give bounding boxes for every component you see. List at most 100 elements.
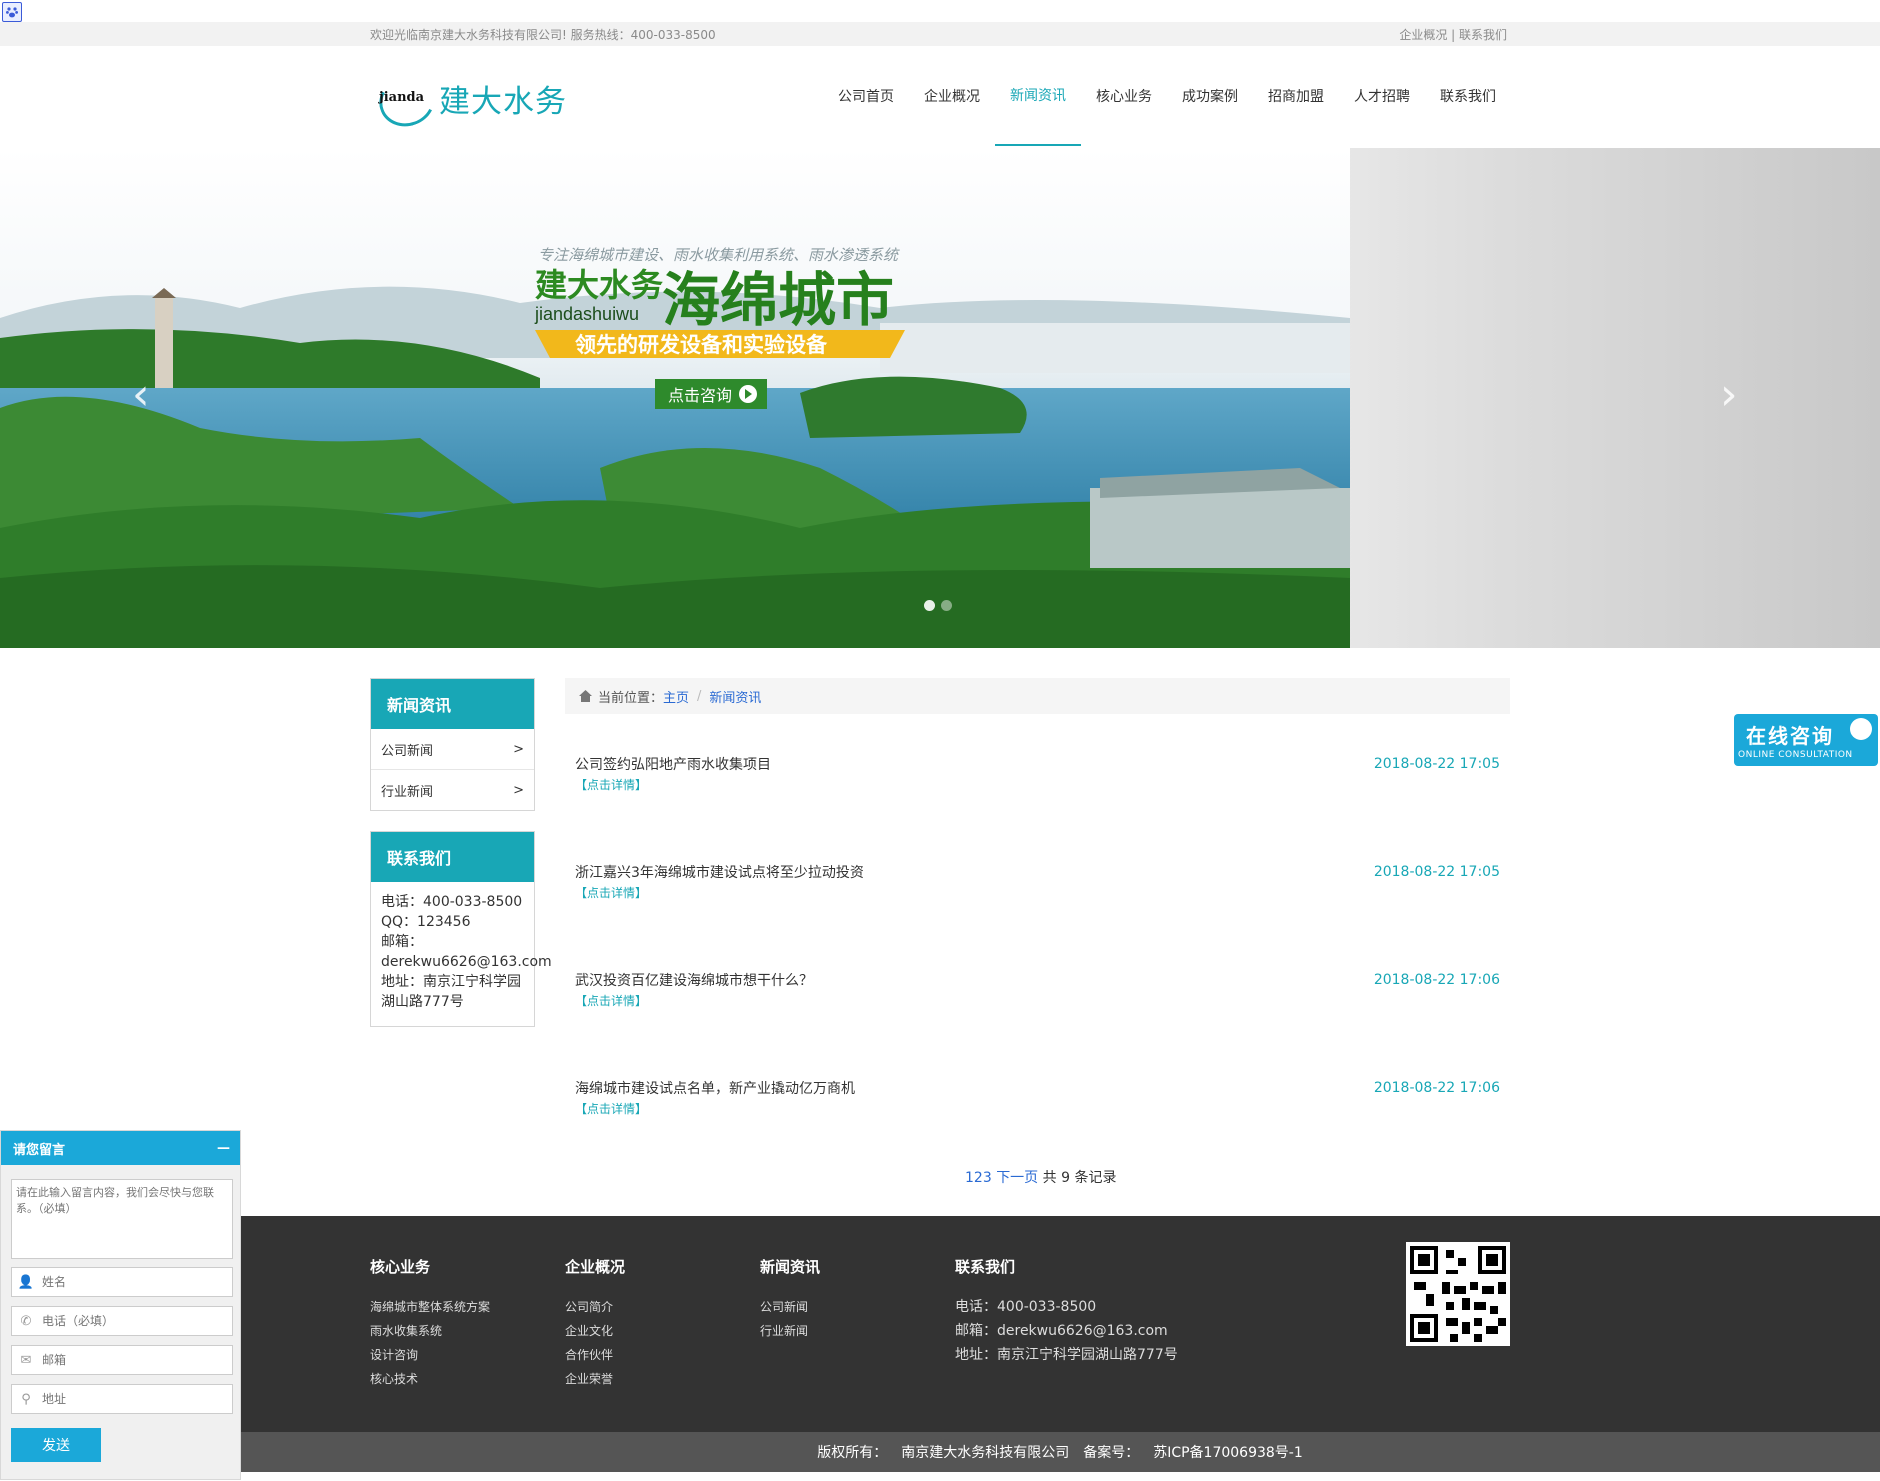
breadcrumb-current[interactable]: 新闻资讯 [709,687,761,706]
footer-link[interactable]: 公司简介 [565,1295,625,1319]
footer-link[interactable]: 核心技术 [370,1367,490,1391]
site-header: jianda 建大水务 公司首页 企业概况 新闻资讯 核心业务 成功案例 招商加… [0,46,1880,146]
email-field[interactable]: ✉ [11,1345,233,1375]
minimize-icon[interactable]: — [217,1141,230,1156]
chat-bubble-icon [1850,718,1872,740]
message-textarea[interactable] [11,1179,233,1259]
footer-link[interactable]: 行业新闻 [760,1319,820,1343]
message-widget: 请您留言 — 👤 ✆ ✉ ⚲ 发送 [0,1130,241,1480]
footer-link[interactable]: 设计咨询 [370,1343,490,1367]
contact-email: derekwu6626@163.com [381,954,552,970]
nav-cases[interactable]: 成功案例 [1167,46,1253,146]
chevron-right-icon: > [513,741,524,757]
nav-news[interactable]: 新闻资讯 [995,46,1081,146]
phone-input[interactable] [40,1313,224,1329]
contact-address-2: 湖山路777号 [381,994,464,1010]
online-consultation-button[interactable]: 在线咨询 ONLINE CONSULTATION [1734,714,1878,766]
site-footer: 核心业务 海绵城市整体系统方案 雨水收集系统 设计咨询 核心技术 企业概况 公司… [240,1216,1880,1432]
footer-contact-email: 邮箱：derekwu6626@163.com [955,1323,1168,1339]
banner-headline: 海绵城市 [662,268,894,333]
phone-field[interactable]: ✆ [11,1306,233,1336]
news-date: 2018-08-22 17:05 [1373,756,1500,772]
banner-slogan: 专注海绵城市建设、雨水收集利用系统、雨水渗透系统 [538,247,900,264]
footer-link[interactable]: 合作伙伴 [565,1343,625,1367]
news-title[interactable]: 武汉投资百亿建设海绵城市想干什么？ [575,970,813,990]
news-detail-link[interactable]: 【点击详情】 [575,992,647,1009]
footer-col-title: 新闻资讯 [760,1258,821,1276]
contact-address-1: 地址：南京江宁科学园 [381,974,521,990]
top-bar: 欢迎光临南京建大水务科技有限公司! 服务热线：400-033-8500 企业概况… [0,22,1880,46]
pagination: 123 下一页 共 9 条记录 [965,1167,1116,1187]
contact-phone: 电话：400-033-8500 [381,894,523,910]
nav-franchise[interactable]: 招商加盟 [1253,46,1339,146]
news-title[interactable]: 公司签约弘阳地产雨水收集项目 [575,754,771,774]
user-icon: 👤 [17,1274,35,1290]
nav-about[interactable]: 企业概况 [909,46,995,146]
breadcrumb-home-link[interactable]: 主页 [663,687,689,706]
footer-contact-address: 地址：南京江宁科学园湖山路777号 [955,1347,1178,1363]
sidebar: 新闻资讯 公司新闻 > 行业新闻 > 联系我们 电话：400-033-8500 … [370,678,552,1027]
pagination-pages[interactable]: 123 [965,1170,992,1186]
copyright-company: 南京建大水务科技有限公司 [901,1445,1070,1461]
contact-email-label: 邮箱： [381,934,423,950]
sidebar-item-label: 公司新闻 [381,743,434,759]
footer-col-news: 新闻资讯 公司新闻 行业新闻 [760,1256,820,1343]
footer-link[interactable]: 雨水收集系统 [370,1319,490,1343]
location-pin-icon: ⚲ [21,1391,31,1407]
banner-prev-arrow-icon[interactable]: ‹ [132,373,150,417]
message-widget-title: 请您留言 [13,1142,66,1158]
banner-dot-2[interactable] [941,600,952,611]
welcome-text: 欢迎光临南京建大水务科技有限公司! 服务热线：400-033-8500 [370,27,716,42]
news-date: 2018-08-22 17:05 [1373,864,1500,880]
news-title[interactable]: 海绵城市建设试点名单，新产业撬动亿万商机 [575,1078,855,1098]
icp-number[interactable]: 苏ICP备17006938号-1 [1153,1442,1303,1462]
breadcrumb-separator: / [697,688,702,704]
top-links[interactable]: 企业概况 | 联系我们 [1399,26,1507,43]
nav-home[interactable]: 公司首页 [823,46,909,146]
footer-col-title: 核心业务 [370,1258,431,1276]
news-detail-link[interactable]: 【点击详情】 [575,1100,647,1117]
sidebar-item-industry-news[interactable]: 行业新闻 > [371,770,534,810]
banner-photo: 专注海绵城市建设、雨水收集利用系统、雨水渗透系统 建大水务 jiandashui… [0,148,1350,648]
news-title[interactable]: 浙江嘉兴3年海绵城市建设试点将至少拉动投资 [575,862,864,882]
footer-link[interactable]: 企业荣誉 [565,1367,625,1391]
banner-cta-label: 点击咨询 [668,387,732,405]
footer-link[interactable]: 企业文化 [565,1319,625,1343]
banner-dot-1[interactable] [924,600,935,611]
chevron-right-icon: > [513,782,524,798]
banner-next-arrow-icon[interactable]: › [1720,373,1738,417]
pagination-next[interactable]: 下一页 [996,1170,1038,1186]
footer-col-business: 核心业务 海绵城市整体系统方案 雨水收集系统 设计咨询 核心技术 [370,1256,490,1391]
copyright-bar: 版权所有： 南京建大水务科技有限公司 备案号： 苏ICP备17006938号-1 [240,1432,1880,1472]
nav-business[interactable]: 核心业务 [1081,46,1167,146]
news-detail-link[interactable]: 【点击详情】 [575,884,647,901]
copyright-label: 版权所有： [817,1445,888,1461]
banner-ribbon: 领先的研发设备和实验设备 [575,333,828,357]
footer-link[interactable]: 海绵城市整体系统方案 [370,1295,490,1319]
footer-link[interactable]: 公司新闻 [760,1295,820,1319]
online-consultation-sub: ONLINE CONSULTATION [1738,750,1853,760]
footer-col-contact: 联系我们 电话：400-033-8500 邮箱：derekwu6626@163.… [955,1256,1178,1367]
email-input[interactable] [40,1352,224,1368]
phone-icon: ✆ [20,1313,32,1329]
address-field[interactable]: ⚲ [11,1384,233,1414]
nav-jobs[interactable]: 人才招聘 [1339,46,1425,146]
sidebar-item-company-news[interactable]: 公司新闻 > [371,729,534,770]
message-widget-header[interactable]: 请您留言 — [1,1131,240,1165]
logo-en-text: jianda [379,90,425,105]
nav-contact[interactable]: 联系我们 [1425,46,1511,146]
sidebar-news-title: 新闻资讯 [371,679,534,729]
site-logo[interactable]: jianda 建大水务 [372,67,567,135]
footer-col-title: 企业概况 [565,1258,626,1276]
footer-col-about: 企业概况 公司简介 企业文化 合作伙伴 企业荣誉 [565,1256,625,1391]
logo-mark-icon: jianda [372,67,442,135]
news-detail-link[interactable]: 【点击详情】 [575,776,647,793]
contact-qq: QQ：123456 [381,914,471,930]
hero-banner[interactable]: 专注海绵城市建设、雨水收集利用系统、雨水渗透系统 建大水务 jiandashui… [0,148,1880,648]
banner-brand-cn: 建大水务 [535,267,663,303]
address-input[interactable] [40,1391,224,1407]
name-input[interactable] [40,1274,224,1290]
name-field[interactable]: 👤 [11,1267,233,1297]
send-button[interactable]: 发送 [11,1428,101,1462]
main-nav: 公司首页 企业概况 新闻资讯 核心业务 成功案例 招商加盟 人才招聘 联系我们 [823,46,1511,146]
